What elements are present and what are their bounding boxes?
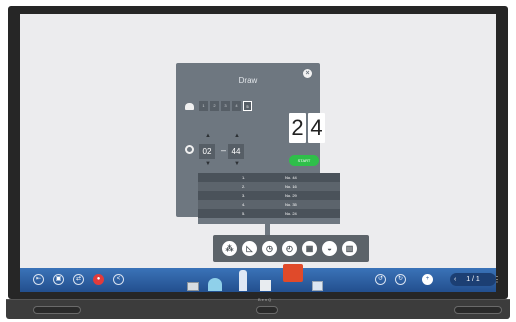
image-icon[interactable] [187, 282, 199, 291]
more-icon[interactable]: ⋮ [493, 273, 501, 286]
share-icon[interactable]: ⇄ [73, 274, 84, 285]
timer-icon[interactable]: ◴ [282, 241, 297, 256]
close-icon[interactable]: × [303, 69, 312, 78]
seconds-field[interactable]: 44 [228, 144, 244, 159]
toolbox-icon[interactable] [283, 264, 303, 282]
minutes-up-icon[interactable]: ▲ [205, 133, 211, 139]
result-value: No. 24 [285, 211, 297, 216]
undo-icon[interactable]: ↺ [375, 274, 386, 285]
pages-icon[interactable] [312, 281, 323, 291]
stopwatch-icon[interactable]: ◷ [262, 241, 277, 256]
scoreboard-icon[interactable]: ▦ [302, 241, 317, 256]
taskbar: ⇤ ▣ ⇄ ● < ↺ ↻ + 1 / 1 ‹ ⋮ [20, 264, 501, 292]
start-button[interactable]: START [289, 155, 319, 166]
result-row: 1. No. 44 [198, 173, 340, 182]
result-value: No. 44 [285, 175, 297, 180]
results-list: 1. No. 44 2. No. 16 3. No. 29 4. No. 35 5. No… [198, 173, 340, 218]
redo-icon[interactable]: ↻ [395, 274, 406, 285]
page-indicator-text: 1 / 1 [466, 276, 480, 283]
people-icon [185, 103, 194, 110]
display-digit-1: 2 [289, 113, 306, 143]
prev-page-icon[interactable]: ‹ [454, 273, 456, 286]
draw-title: Draw [238, 76, 258, 85]
right-port [454, 306, 502, 314]
tools-bar: ⁂ ◺ ◷ ◴ ▦ ◒ ▥ [213, 235, 369, 262]
result-index: 4. [242, 202, 246, 207]
result-value: No. 29 [285, 193, 297, 198]
clock-icon [185, 145, 194, 154]
record-icon[interactable]: ● [93, 274, 104, 285]
brush-icon[interactable] [208, 278, 222, 291]
count-option-3[interactable]: 3 [221, 101, 230, 111]
count-option-4[interactable]: 4 [232, 101, 241, 111]
result-index: 5. [242, 211, 246, 216]
result-row: 5. No. 24 [198, 209, 340, 218]
display-digit-2: 4 [308, 113, 325, 143]
minutes-field[interactable]: 02 [199, 144, 215, 159]
spotlight-icon[interactable]: ◒ [322, 241, 337, 256]
brand-label: BenQ [258, 297, 273, 302]
time-separator: – [221, 145, 227, 155]
count-option-1[interactable]: 1 [199, 101, 208, 111]
result-row: 4. No. 35 [198, 200, 340, 209]
calculator-icon[interactable]: ▥ [342, 241, 357, 256]
result-value: No. 16 [285, 184, 297, 189]
seconds-up-icon[interactable]: ▲ [234, 133, 240, 139]
display-stand: BenQ [6, 297, 510, 319]
eraser-icon[interactable] [260, 280, 271, 291]
count-option-2[interactable]: 2 [210, 101, 219, 111]
result-value: No. 35 [285, 202, 297, 207]
panel-connector [265, 224, 270, 235]
center-button [256, 306, 278, 314]
page-indicator: 1 / 1 [450, 273, 496, 286]
pen-icon[interactable] [239, 270, 247, 291]
seconds-down-icon[interactable]: ▼ [234, 161, 240, 167]
exit-icon[interactable]: ⇤ [33, 274, 44, 285]
result-index: 3. [242, 193, 246, 198]
count-option-5[interactable]: 5 [243, 101, 252, 111]
save-icon[interactable]: ▣ [53, 274, 64, 285]
result-index: 1. [242, 175, 246, 180]
minutes-down-icon[interactable]: ▼ [205, 161, 211, 167]
add-page-icon[interactable]: + [422, 274, 433, 285]
protractor-icon[interactable]: ◺ [242, 241, 257, 256]
left-port [33, 306, 81, 314]
draw-tool-icon[interactable]: ⁂ [222, 241, 237, 256]
result-row: 3. No. 29 [198, 191, 340, 200]
share-link-icon[interactable]: < [113, 274, 124, 285]
result-index: 2. [242, 184, 246, 189]
result-row: 2. No. 16 [198, 182, 340, 191]
